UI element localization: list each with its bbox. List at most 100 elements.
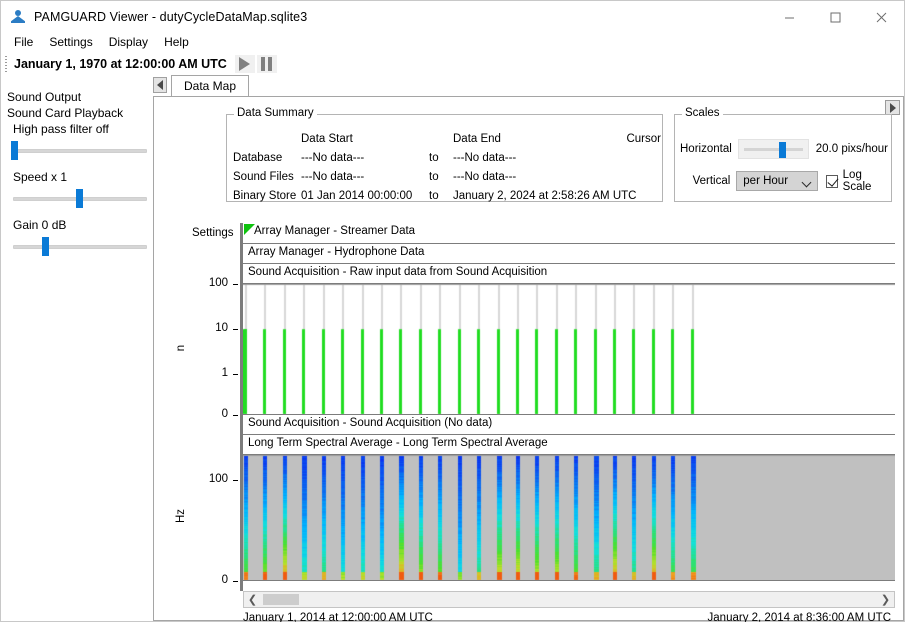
chevron-down-icon	[801, 177, 812, 188]
vertical-scale-select[interactable]: per Hour	[736, 171, 818, 191]
play-button[interactable]	[234, 55, 255, 73]
y-tick-mark	[233, 284, 238, 285]
log-scale-checkbox[interactable]: Log Scale	[818, 169, 888, 193]
data-map-row-hydrophone[interactable]: Array Manager - Hydrophone Data	[243, 244, 895, 264]
row-label: Array Manager - Streamer Data	[254, 225, 416, 237]
tab-data-map[interactable]: Data Map	[171, 75, 250, 97]
transport-controls	[234, 55, 277, 73]
scrollbar-thumb[interactable]	[263, 594, 299, 605]
slider-thumb[interactable]	[76, 189, 83, 208]
y-tick-label: 0	[221, 408, 228, 420]
highpass-filter-label: High pass filter off	[13, 122, 109, 136]
slider-thumb[interactable]	[11, 141, 19, 160]
pause-icon	[261, 57, 273, 71]
gain-slider[interactable]	[7, 235, 153, 257]
highpass-filter-slider[interactable]	[7, 139, 153, 161]
pause-button[interactable]	[256, 55, 277, 73]
data-map-panel: Data Summary Data Start Data End Cursor …	[153, 96, 904, 622]
data-summary-title: Data Summary	[234, 107, 317, 119]
binary-store-end: January 2, 2024 at 2:58:26 AM UTC	[453, 189, 637, 202]
speed-label: Speed x 1	[13, 170, 68, 184]
y-tick-mark	[233, 480, 238, 482]
menu-item-help[interactable]: Help	[156, 33, 197, 52]
table-row: Sound Files ---No data--- to ---No data-…	[233, 167, 661, 186]
expand-panel-button[interactable]	[885, 100, 900, 115]
speed-slider[interactable]	[7, 187, 153, 209]
slider-track	[13, 149, 147, 153]
playback-toolbar: January 1, 1970 at 12:00:00 AM UTC	[1, 53, 904, 75]
row-label-binary-store: Binary Store	[233, 189, 297, 202]
y-tick-label: 100	[208, 473, 228, 486]
to-label: to	[429, 151, 439, 164]
slider-thumb[interactable]	[779, 142, 787, 158]
title-bar: PAMGUARD Viewer - dutyCycleDataMap.sqlit…	[1, 1, 904, 33]
maximize-button[interactable]	[812, 1, 858, 33]
data-summary-table: Data Start Data End Cursor Database ---N…	[233, 129, 661, 205]
menu-item-settings[interactable]: Settings	[41, 33, 100, 52]
to-label: to	[429, 170, 439, 183]
row-label-sound-files: Sound Files	[233, 170, 294, 183]
window-title: PAMGUARD Viewer - dutyCycleDataMap.sqlit…	[34, 10, 308, 24]
vertical-label: Vertical	[692, 175, 731, 187]
col-data-start: Data Start	[301, 132, 353, 145]
to-label: to	[429, 189, 439, 202]
table-header-row: Data Start Data End Cursor	[233, 129, 661, 148]
slider-track	[743, 148, 803, 151]
horizontal-scale-slider[interactable]	[737, 139, 809, 159]
tab-strip: Data Map	[153, 75, 904, 97]
collapse-sidebar-button[interactable]	[153, 77, 167, 93]
ltsa-heatmap-plot[interactable]	[243, 455, 895, 581]
y-tick-label: 1	[221, 367, 228, 380]
scroll-left-icon[interactable]: ❮	[244, 592, 261, 607]
y-tick-mark	[233, 329, 238, 331]
y-tick-mark	[233, 415, 238, 416]
close-button[interactable]	[858, 1, 904, 33]
y-axis-label: n	[175, 344, 187, 351]
y-tick-label: 0	[221, 574, 228, 586]
y-tick-mark	[233, 581, 238, 582]
row-label: Array Manager - Hydrophone Data	[248, 246, 425, 258]
clock-display: January 1, 1970 at 12:00:00 AM UTC	[14, 57, 227, 71]
data-map-row-ltsa[interactable]: Long Term Spectral Average - Long Term S…	[243, 435, 895, 455]
data-summary-group: Data Summary Data Start Data End Cursor …	[226, 107, 663, 205]
datamap-start-time: January 1, 2014 at 12:00:00 AM UTC	[243, 612, 433, 622]
database-end: ---No data---	[453, 151, 517, 164]
col-cursor: Cursor	[626, 132, 661, 145]
table-row: Database ---No data--- to ---No data---	[233, 148, 661, 167]
row-label: Long Term Spectral Average - Long Term S…	[248, 437, 548, 449]
row-label-database: Database	[233, 151, 283, 164]
gain-label: Gain 0 dB	[13, 218, 67, 232]
toolbar-grip[interactable]	[3, 55, 10, 73]
menu-item-display[interactable]: Display	[101, 33, 156, 52]
horizontal-label: Horizontal	[680, 143, 732, 155]
raw-input-bar-plot[interactable]	[243, 284, 895, 415]
data-map-row-raw-input[interactable]: Sound Acquisition - Raw input data from …	[243, 264, 895, 284]
horizontal-scale-row: Horizontal 20.0 pixs/hour	[680, 139, 888, 159]
y-tick-mark	[233, 374, 238, 376]
data-map-row-streamer[interactable]: Array Manager - Streamer Data	[243, 223, 895, 244]
datamap-end-time: January 2, 2014 at 8:36:00 AM UTC	[707, 612, 891, 622]
play-icon	[239, 57, 251, 71]
menu-bar: File Settings Display Help	[1, 32, 904, 53]
menu-item-file[interactable]: File	[6, 33, 41, 52]
vertical-scale-row: Vertical per Hour Log Scale	[680, 169, 888, 193]
window-controls	[766, 1, 904, 33]
col-data-end: Data End	[453, 132, 501, 145]
slider-thumb[interactable]	[41, 237, 49, 256]
data-map-horizontal-scrollbar[interactable]: ❮ ❯	[243, 591, 895, 608]
slider-track	[13, 245, 147, 249]
scroll-right-icon[interactable]: ❯	[877, 592, 894, 607]
horizontal-scale-value: 20.0 pixs/hour	[815, 143, 888, 155]
row-label: Sound Acquisition - Sound Acquisition (N…	[248, 417, 493, 429]
minimize-button[interactable]	[766, 1, 812, 33]
table-row: Binary Store 01 Jan 2014 00:00:00 to Jan…	[233, 186, 661, 205]
scales-group: Scales Horizontal 20.0 pixs/hour Vertica…	[674, 107, 892, 202]
data-map-row-sound-acq[interactable]: Sound Acquisition - Sound Acquisition (N…	[243, 415, 895, 435]
checkbox-box	[825, 174, 838, 188]
sound-output-panel: Sound Output Sound Card Playback High pa…	[1, 81, 159, 261]
vertical-scale-value: per Hour	[743, 175, 789, 187]
sound-files-end: ---No data---	[453, 170, 517, 183]
ltsa-canvas	[243, 455, 895, 580]
scales-title: Scales	[682, 107, 723, 119]
bar-plot-canvas	[243, 284, 895, 414]
